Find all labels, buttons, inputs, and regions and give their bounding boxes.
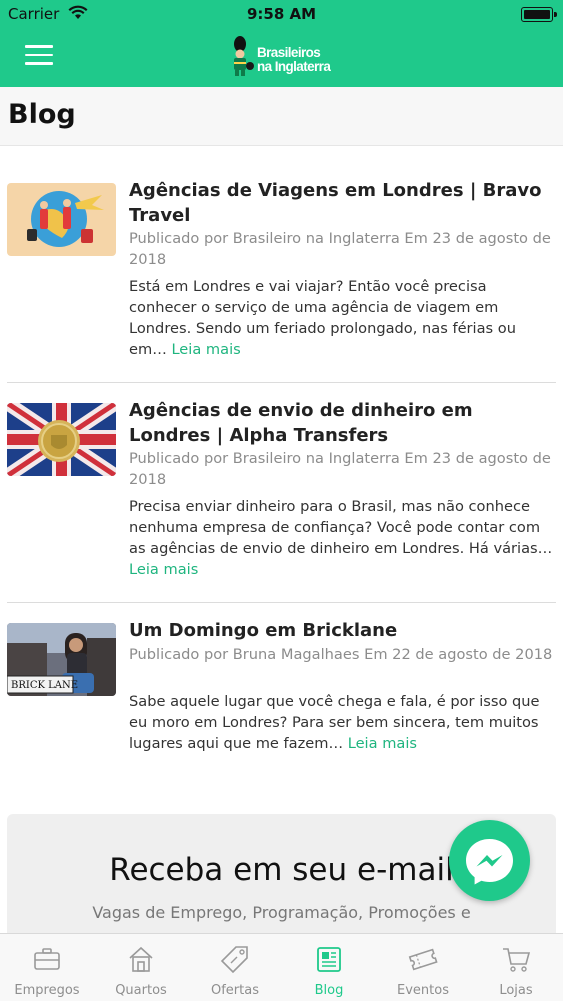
tab-label: Empregos: [14, 983, 80, 998]
post-title[interactable]: Agências de Viagens em Londres | Bravo T…: [129, 179, 556, 228]
post-thumbnail[interactable]: [7, 183, 116, 256]
post-excerpt-text: Precisa enviar dinheiro para o Brasil, m…: [129, 498, 553, 557]
newsletter-subtitle: Vagas de Emprego, Programação, Promoções…: [92, 903, 471, 922]
tab-lojas[interactable]: Lojas: [469, 934, 563, 1001]
post-thumbnail[interactable]: BRICK LANE: [7, 623, 116, 696]
tab-label: Eventos: [397, 983, 449, 998]
hamburger-menu-icon[interactable]: [25, 45, 53, 69]
logo-line-2: na Inglaterra: [257, 59, 331, 74]
guard-mascot-icon: [234, 36, 254, 76]
read-more-link[interactable]: Leia mais: [171, 341, 240, 358]
logo-wordmark: Brasileiros na Inglaterra: [257, 45, 331, 74]
read-more-link[interactable]: Leia mais: [348, 735, 417, 752]
house-icon: [129, 946, 153, 972]
post-divider: [7, 602, 556, 603]
tab-label: Quartos: [115, 983, 167, 998]
post-title[interactable]: Agências de envio de dinheiro em Londres…: [129, 399, 556, 448]
bottom-tab-bar: Empregos Quartos Ofertas Blog Eventos Lo…: [0, 933, 563, 1001]
blog-icon: [317, 947, 341, 972]
tab-ofertas[interactable]: Ofertas: [188, 934, 282, 1001]
post-meta: Publicado por Bruna Magalhaes Em 22 de a…: [129, 646, 553, 663]
post-excerpt-text: Sabe aquele lugar que você chega e fala,…: [129, 693, 540, 752]
tab-label: Ofertas: [211, 983, 259, 998]
cart-icon: [503, 948, 531, 972]
app-header: Brasileiros na Inglaterra: [0, 30, 563, 87]
status-bar: Carrier 9:58 AM: [0, 0, 563, 30]
messenger-chat-button[interactable]: [449, 820, 530, 901]
brand-logo: Brasileiros na Inglaterra: [230, 36, 340, 81]
battery-icon: [521, 7, 557, 22]
page-header: Blog: [0, 87, 563, 146]
tab-label: Blog: [314, 983, 344, 998]
clock: 9:58 AM: [246, 5, 317, 23]
tag-icon: [220, 946, 248, 974]
post-excerpt: Precisa enviar dinheiro para o Brasil, m…: [129, 496, 556, 580]
post-divider: [7, 382, 556, 383]
tab-blog[interactable]: Blog: [282, 934, 376, 1001]
post-title[interactable]: Um Domingo em Bricklane: [129, 619, 556, 644]
tab-label: Lojas: [499, 983, 533, 998]
page-title: Blog: [8, 99, 76, 130]
blog-post-card[interactable]: Agências de envio de dinheiro em Londres…: [7, 400, 556, 583]
logo-line-1: Brasileiros: [257, 45, 321, 60]
messenger-icon: [466, 839, 513, 885]
post-excerpt: Sabe aquele lugar que você chega e fala,…: [129, 691, 556, 754]
brick-lane-sign: BRICK LANE: [11, 680, 78, 691]
tab-quartos[interactable]: Quartos: [94, 934, 188, 1001]
tab-eventos[interactable]: Eventos: [376, 934, 470, 1001]
ticket-icon: [408, 948, 438, 971]
post-meta: Publicado por Brasileiro na Inglaterra E…: [129, 450, 551, 488]
post-excerpt: Está em Londres e vai viajar? Então você…: [129, 276, 556, 360]
tab-empregos[interactable]: Empregos: [0, 934, 94, 1001]
post-thumbnail[interactable]: [7, 403, 116, 476]
post-meta: Publicado por Brasileiro na Inglaterra E…: [129, 230, 551, 268]
blog-post-card[interactable]: BRICK LANE Um Domingo em Bricklane Publi…: [7, 620, 556, 783]
blog-post-card[interactable]: Agências de Viagens em Londres | Bravo T…: [7, 180, 556, 363]
briefcase-icon: [34, 948, 60, 970]
read-more-link[interactable]: Leia mais: [129, 561, 198, 578]
